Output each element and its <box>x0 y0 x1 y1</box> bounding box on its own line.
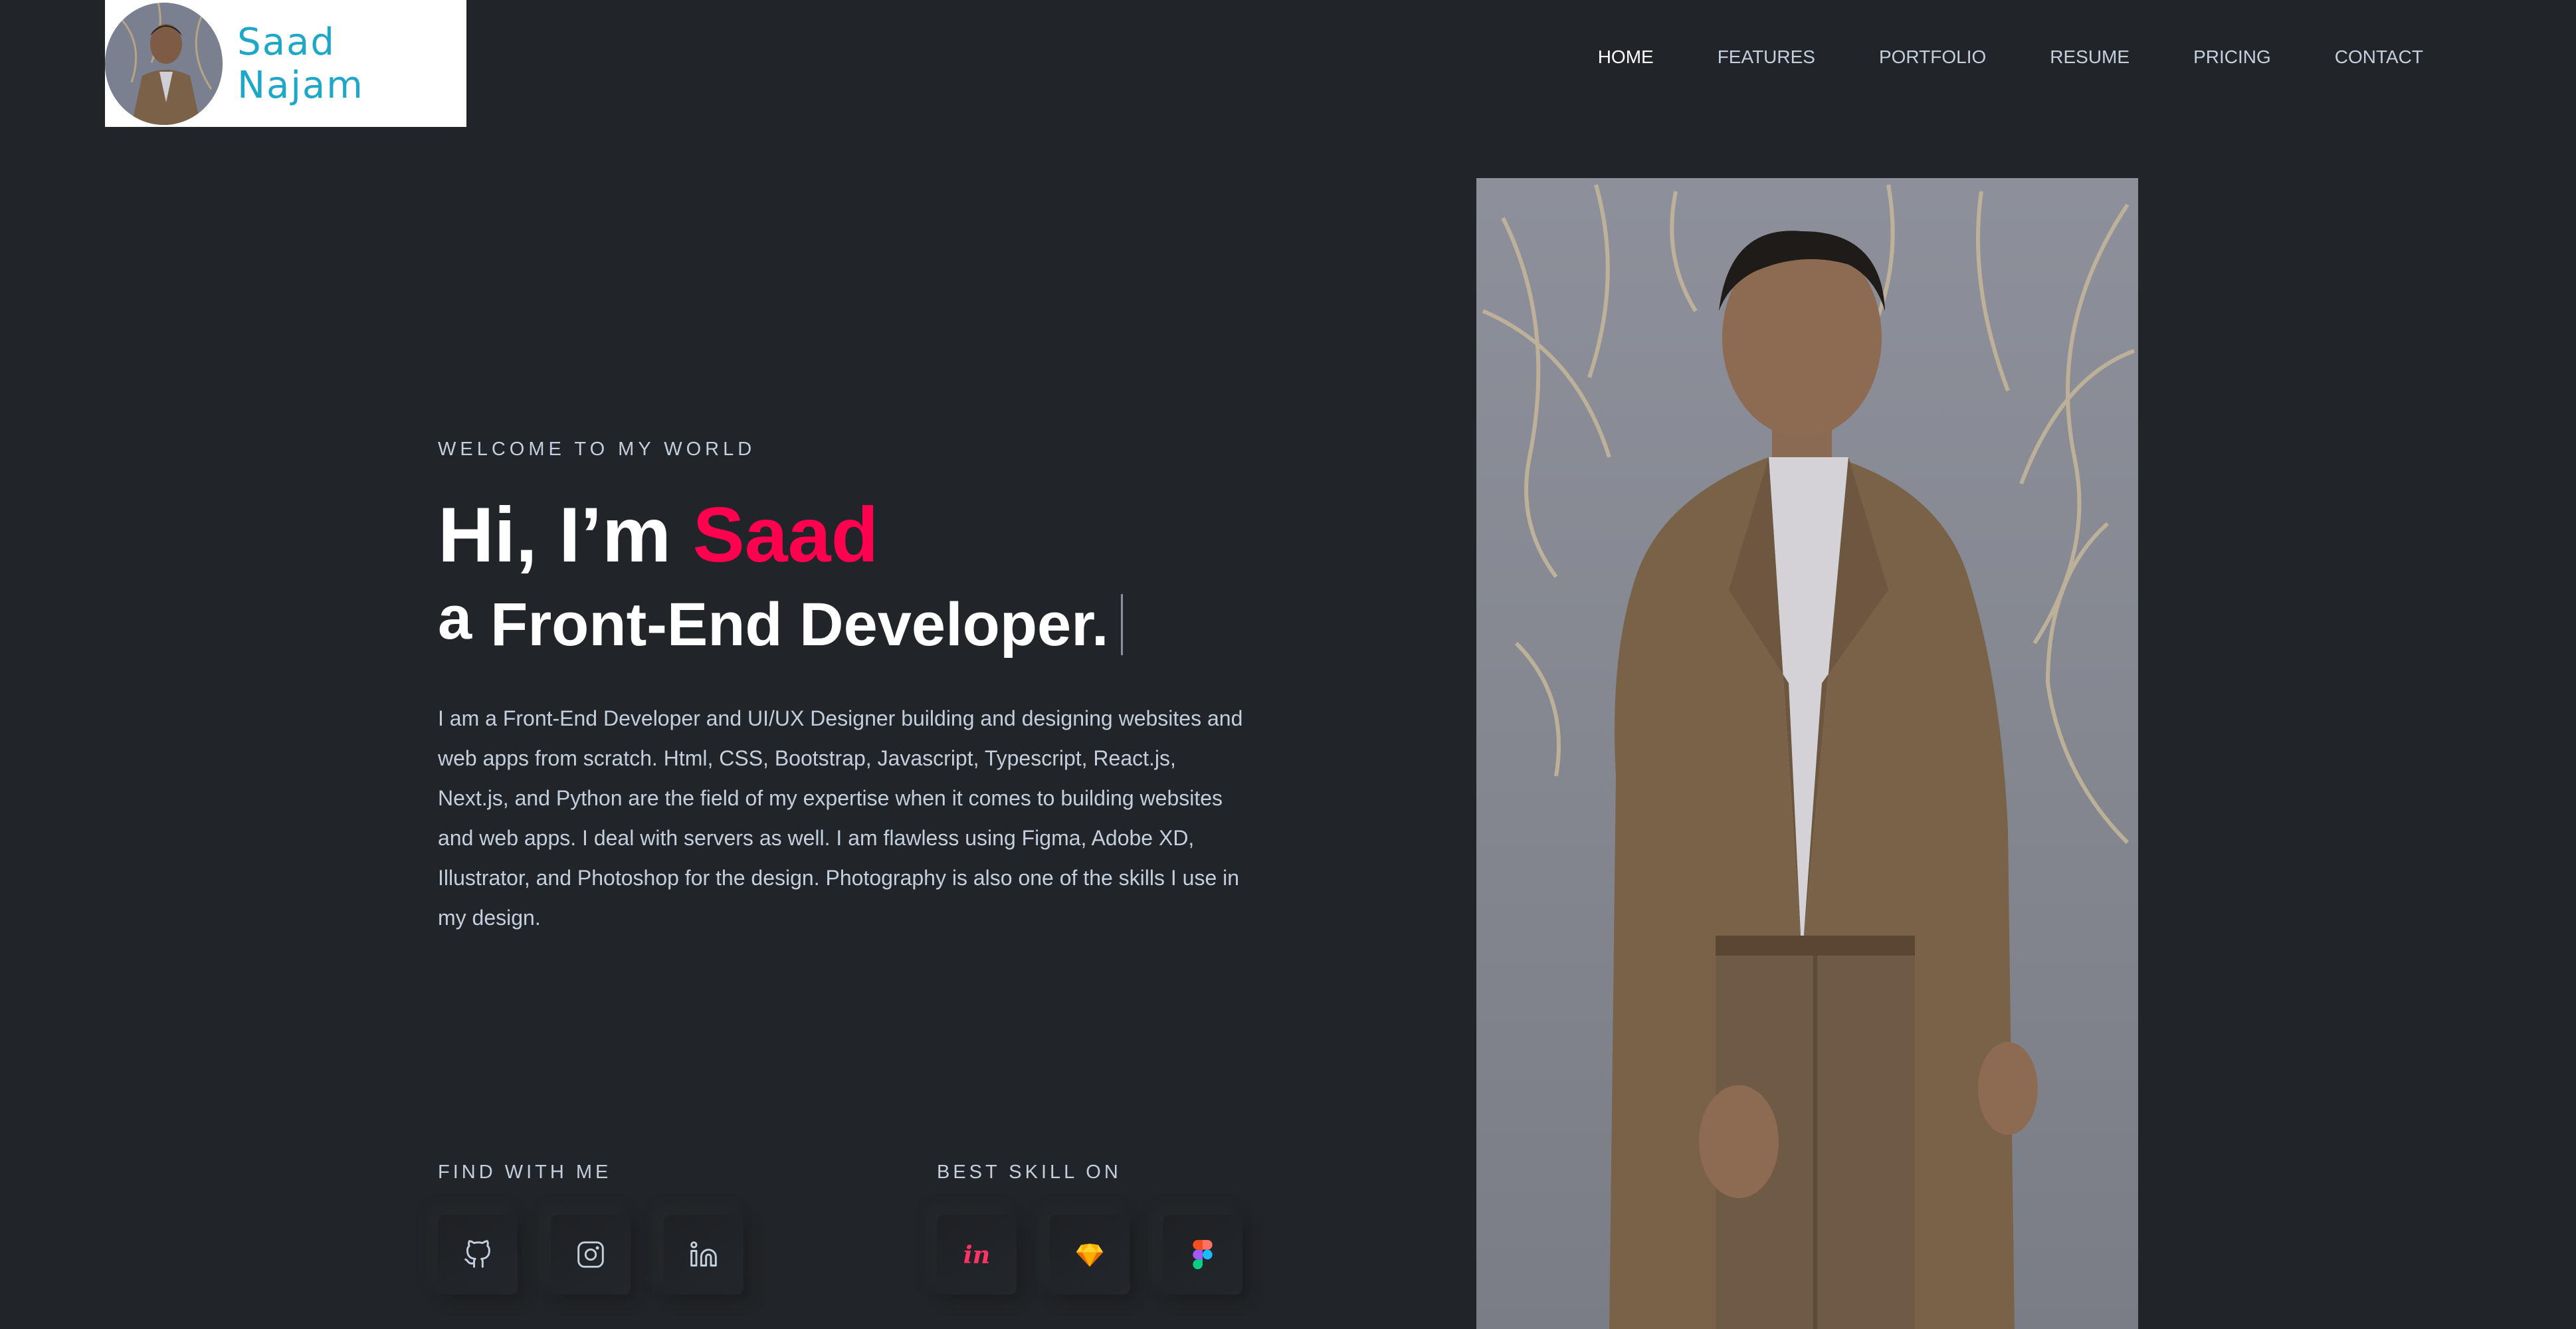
invision-icon: in <box>963 1241 991 1269</box>
hero-section: WELCOME TO MY WORLD Hi, I’m Saad a Front… <box>438 439 1262 938</box>
instagram-icon <box>577 1241 604 1268</box>
typing-caret <box>1120 594 1123 656</box>
github-link[interactable] <box>438 1215 518 1294</box>
nav-home[interactable]: HOME <box>1598 47 1654 68</box>
svg-text:in: in <box>963 1241 991 1269</box>
hero-title-name: Saad <box>692 491 879 578</box>
hero-eyebrow: WELCOME TO MY WORLD <box>438 439 756 460</box>
linkedin-link[interactable] <box>664 1215 743 1294</box>
hero-title-prefix: Hi, I’m <box>438 491 693 578</box>
find-with-me-label: FIND WITH ME <box>438 1162 612 1183</box>
brand-name: Saad Najam <box>237 20 364 107</box>
nav-contact[interactable]: CONTACT <box>2335 47 2423 68</box>
main-nav: HOME FEATURES PORTFOLIO RESUME PRICING C… <box>1534 47 2423 68</box>
nav-features[interactable]: FEATURES <box>1718 47 1815 68</box>
logo-avatar <box>105 2 223 125</box>
instagram-link[interactable] <box>551 1215 631 1294</box>
linkedin-icon <box>690 1241 717 1267</box>
hero-subtitle-a: a <box>438 583 472 652</box>
hero-title: Hi, I’m Saad <box>438 492 1262 578</box>
invision-link[interactable]: in <box>937 1215 1017 1294</box>
skill-icons: in <box>937 1215 1242 1294</box>
figma-link[interactable] <box>1163 1215 1242 1294</box>
nav-resume[interactable]: RESUME <box>2050 47 2130 68</box>
figma-icon <box>1193 1240 1213 1269</box>
github-icon <box>464 1240 490 1268</box>
profile-photo <box>1476 178 2138 1329</box>
best-skill-label: BEST SKILL ON <box>937 1162 1122 1183</box>
hero-subtitle-role: Front-End Developer. <box>490 590 1109 659</box>
hero-description: I am a Front-End Developer and UI/UX Des… <box>438 706 1243 930</box>
sketch-icon <box>1076 1243 1104 1267</box>
sketch-link[interactable] <box>1050 1215 1130 1294</box>
logo[interactable]: Saad Najam <box>105 0 466 127</box>
nav-pricing[interactable]: PRICING <box>2193 47 2271 68</box>
social-links <box>438 1215 743 1294</box>
hero-subtitle: a Front-End Developer. <box>438 584 1262 660</box>
nav-portfolio[interactable]: PORTFOLIO <box>1879 47 1986 68</box>
